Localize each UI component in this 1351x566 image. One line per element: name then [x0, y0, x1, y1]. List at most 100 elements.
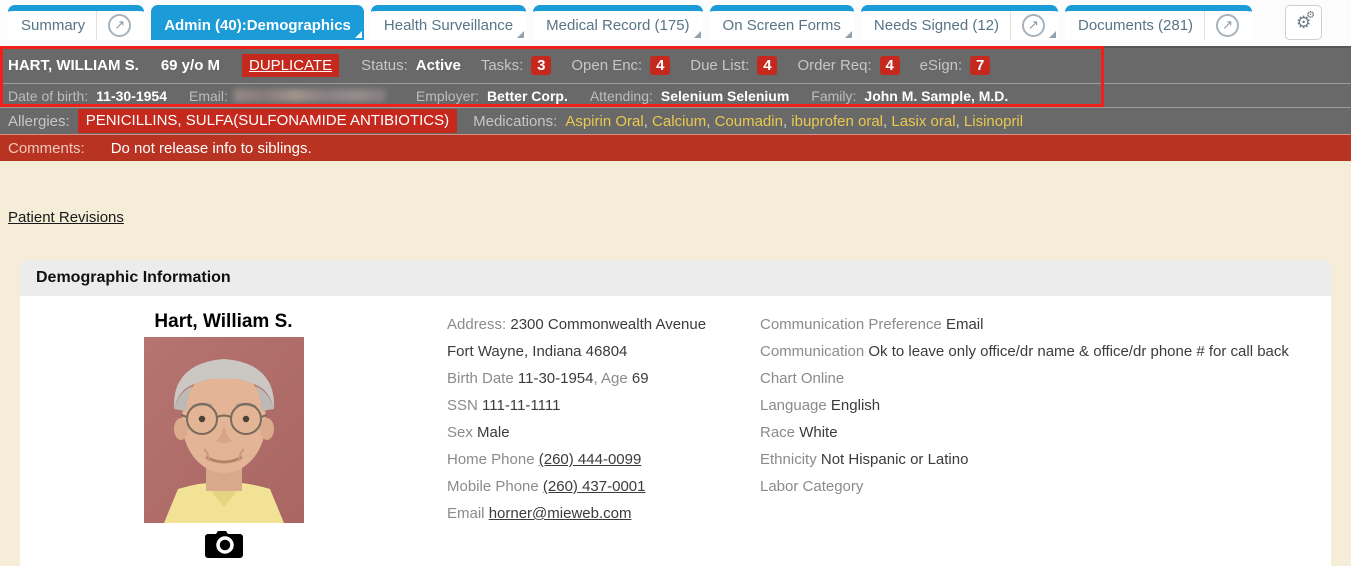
counter-tasks: Tasks: 3 [481, 56, 552, 75]
tab-needs-signed[interactable]: Needs Signed (12) ↗ [861, 5, 1058, 40]
tab-needs-signed-label: Needs Signed (12) [874, 17, 999, 34]
chevron-down-icon [1049, 31, 1056, 38]
counter-esign: eSign: 7 [920, 56, 991, 75]
esign-count-badge[interactable]: 7 [970, 56, 990, 75]
esign-label: eSign: [920, 57, 963, 74]
order-req-count-badge[interactable]: 4 [880, 56, 900, 75]
open-enc-count-badge[interactable]: 4 [650, 56, 670, 75]
summary-external-section[interactable]: ↗ [96, 11, 131, 40]
pref-row-labor-category: Labor Category [760, 473, 1331, 500]
sex-label: Sex [447, 424, 473, 441]
address-line1: 2300 Commonwealth Avenue [510, 316, 706, 333]
external-link-icon: ↗ [1216, 14, 1239, 37]
medication-link[interactable]: Aspirin Oral [565, 113, 643, 130]
family-value: John M. Sample, M.D. [864, 88, 1008, 104]
patient-age-sex: 69 y/o M [161, 57, 220, 74]
chevron-down-icon [517, 31, 524, 38]
birth-date-row: Birth Date 11-30-1954, Age 69 [447, 365, 740, 392]
external-link-icon: ↗ [1022, 14, 1045, 37]
demographic-card-body: Hart, William S. [20, 296, 1331, 559]
tab-on-screen-forms[interactable]: On Screen Forms [710, 5, 854, 40]
pref-label: Race [760, 424, 795, 441]
tab-medical-record[interactable]: Medical Record (175) [533, 5, 702, 40]
email-row: Email horner@mieweb.com [447, 500, 740, 527]
medication-link[interactable]: Lisinopril [964, 113, 1023, 130]
tasks-label: Tasks: [481, 57, 524, 74]
pref-value: White [799, 424, 837, 441]
patient-photo[interactable] [144, 337, 304, 523]
medication-separator: , [644, 113, 652, 130]
ssn-row: SSN 111-11-1111 [447, 392, 740, 419]
home-phone-label: Home Phone [447, 451, 535, 468]
medications-list: Aspirin Oral, Calcium, Coumadin, ibuprof… [565, 113, 1023, 130]
tasks-count-badge[interactable]: 3 [531, 56, 551, 75]
preferences-column: Communication Preference Email Communica… [760, 311, 1331, 559]
email-field-label: Email [447, 505, 485, 522]
patient-name: HART, WILLIAM S. [8, 57, 139, 74]
family-label: Family: [811, 88, 856, 104]
tab-admin-demographics[interactable]: Admin (40):Demographics [151, 5, 364, 40]
patient-revisions-link[interactable]: Patient Revisions [8, 209, 124, 226]
ssn-label: SSN [447, 397, 478, 414]
dob-value: 11-30-1954 [96, 88, 167, 104]
pref-label: Ethnicity [760, 451, 817, 468]
documents-external-section[interactable]: ↗ [1204, 11, 1239, 40]
due-list-label: Due List: [690, 57, 749, 74]
mobile-phone-link[interactable]: (260) 437-0001 [543, 478, 646, 495]
pref-row-ethnicity: Ethnicity Not Hispanic or Latino [760, 446, 1331, 473]
pref-row-chart-online: Chart Online [760, 365, 1331, 392]
comments-row: Comments: Do not release info to sibling… [0, 134, 1351, 161]
chevron-down-icon [694, 31, 701, 38]
address-label: Address: [447, 316, 506, 333]
home-phone-row: Home Phone (260) 444-0099 [447, 446, 740, 473]
settings-button[interactable]: ⚙ ⚙ [1285, 5, 1322, 40]
comments-label: Comments: [8, 140, 85, 157]
open-enc-label: Open Enc: [571, 57, 642, 74]
home-phone-link[interactable]: (260) 444-0099 [539, 451, 642, 468]
attending-label: Attending: [590, 88, 653, 104]
status-label: Status: [361, 57, 408, 74]
camera-icon [205, 529, 243, 559]
duplicate-badge[interactable]: DUPLICATE [242, 54, 339, 77]
external-link-icon: ↗ [108, 14, 131, 37]
needs-signed-external-section[interactable]: ↗ [1010, 11, 1045, 40]
gears-icon: ⚙ [1306, 10, 1315, 21]
tab-on-screen-forms-label: On Screen Forms [723, 17, 841, 34]
tab-health-surveillance[interactable]: Health Surveillance [371, 5, 526, 40]
allergies-medications-row: Allergies: PENICILLINS, SULFA(SULFONAMID… [0, 107, 1351, 134]
medication-link[interactable]: Coumadin [715, 113, 783, 130]
email-label: Email: [189, 88, 228, 104]
birth-date-value: 11-30-1954 [518, 370, 594, 387]
contact-details-column: Address: 2300 Commonwealth Avenue Fort W… [447, 311, 740, 559]
tab-documents[interactable]: Documents (281) ↗ [1065, 5, 1252, 40]
medication-link[interactable]: Lasix oral [891, 113, 955, 130]
tab-summary[interactable]: Summary ↗ [8, 5, 144, 40]
order-req-label: Order Req: [797, 57, 871, 74]
due-list-count-badge[interactable]: 4 [757, 56, 777, 75]
section-title: Demographic Information [20, 260, 1331, 296]
mobile-phone-label: Mobile Phone [447, 478, 539, 495]
tab-summary-label: Summary [21, 17, 85, 34]
counter-order-req: Order Req: 4 [797, 56, 899, 75]
pref-row-language: Language English [760, 392, 1331, 419]
patient-header-row1: HART, WILLIAM S. 69 y/o M DUPLICATE Stat… [0, 46, 1351, 83]
pref-label: Chart Online [760, 370, 844, 387]
camera-button[interactable] [205, 529, 243, 559]
email-link[interactable]: horner@mieweb.com [489, 505, 632, 522]
counter-due-list: Due List: 4 [690, 56, 777, 75]
pref-row-race: Race White [760, 419, 1331, 446]
medication-link[interactable]: Calcium [652, 113, 706, 130]
medications-label: Medications: [473, 113, 557, 130]
pref-label: Labor Category [760, 478, 863, 495]
medication-link[interactable]: ibuprofen oral [791, 113, 883, 130]
address-row: Address: 2300 Commonwealth Avenue Fort W… [447, 311, 740, 365]
tab-health-surveillance-label: Health Surveillance [384, 17, 513, 34]
ssn-value: 111-11-1111 [482, 397, 560, 414]
birth-date-label: Birth Date [447, 370, 514, 387]
pref-row-communication: Communication Ok to leave only office/dr… [760, 338, 1331, 365]
allergies-badge[interactable]: PENICILLINS, SULFA(SULFONAMIDE ANTIBIOTI… [78, 109, 457, 133]
chart-tab-bar: Summary ↗ Admin (40):Demographics Health… [0, 0, 1351, 46]
age-value: 69 [632, 370, 649, 387]
comments-text: Do not release info to siblings. [111, 140, 312, 157]
patient-display-name: Hart, William S. [154, 311, 292, 333]
